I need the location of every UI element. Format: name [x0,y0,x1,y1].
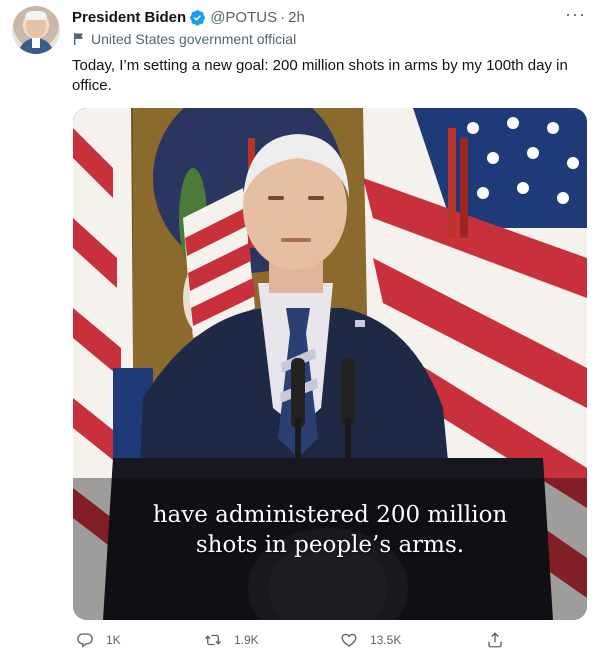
retweet-button[interactable]: 1.9K [204,631,259,649]
tweet-timestamp[interactable]: 2h [288,9,305,26]
author-handle[interactable]: @POTUS [210,9,277,26]
tweet-video[interactable]: have administered 200 million shots in p… [73,108,587,620]
reply-icon [77,633,93,648]
like-button[interactable]: 13.5K [340,631,401,649]
share-icon [488,632,502,648]
separator-dot: · [280,8,286,26]
tweet-text: Today, I’m setting a new goal: 200 milli… [72,57,568,94]
affiliation-text: United States government official [91,31,297,47]
avatar[interactable] [12,6,60,54]
caption-line-1: have administered 200 million [152,502,508,528]
caption-line-2: shots in people’s arms. [195,532,465,558]
avatar-hair [25,11,47,20]
reply-count: 1K [106,633,121,647]
affiliation-label: United States government official [72,31,296,47]
tweet[interactable]: President Biden @POTUS · 2h ··· United S… [0,0,600,660]
share-button[interactable] [486,631,516,649]
tweet-header: President Biden @POTUS · 2h [72,6,305,28]
more-icon[interactable]: ··· [565,4,586,25]
verified-badge-icon [190,9,206,26]
avatar-collar [32,38,40,48]
retweet-count: 1.9K [234,633,259,647]
reply-button[interactable]: 1K [76,631,121,649]
author-name[interactable]: President Biden [72,9,186,26]
tweet-actions: 1K 1.9K 13.5K [72,631,584,655]
flag-icon [74,33,83,45]
like-count: 13.5K [370,633,402,647]
video-caption: have administered 200 million shots in p… [73,500,587,560]
retweet-icon [205,634,221,646]
heart-icon [341,633,357,647]
